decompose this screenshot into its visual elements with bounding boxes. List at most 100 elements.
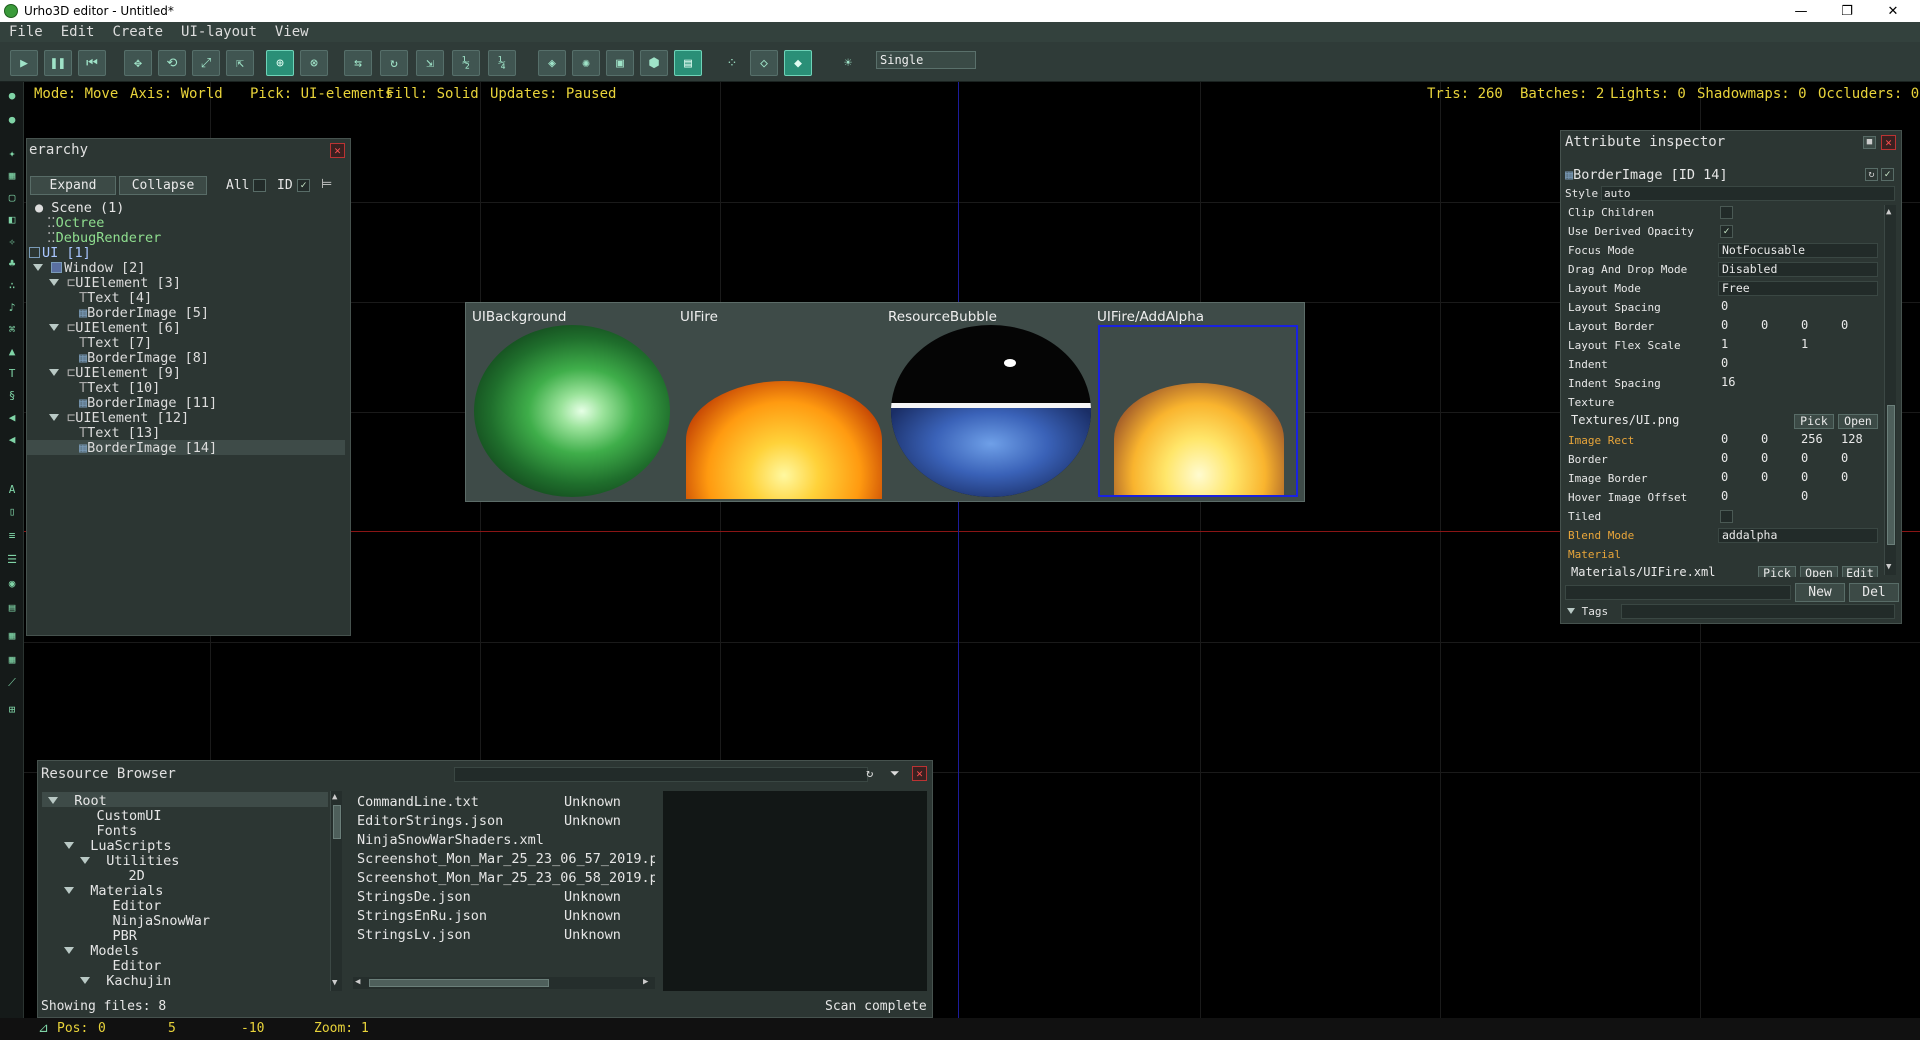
component-icon[interactable]: ●	[5, 112, 19, 126]
folder-item[interactable]: Models	[64, 943, 139, 959]
attribute-field[interactable]: Materials/UIFire.xml	[1568, 566, 1756, 577]
folder-item[interactable]: Utilities	[80, 853, 179, 869]
attribute-field[interactable]: 0	[1718, 471, 1754, 486]
file-name[interactable]: StringsDe.json	[357, 889, 471, 905]
folder-item[interactable]: Root	[48, 793, 107, 809]
folder-scrollbar[interactable]: ▲ ▼	[330, 791, 342, 991]
expand-icon[interactable]	[49, 324, 59, 331]
file-name[interactable]: Screenshot_Mon_Mar_25_23_06_57_2019.p	[357, 851, 655, 867]
world-axis-icon[interactable]: ⊕	[266, 50, 294, 76]
attribute-field[interactable]: Textures/UI.png	[1568, 414, 1788, 429]
tree-item-debugrenderer[interactable]: ⁚⁚DebugRenderer	[47, 230, 161, 246]
attribute-field[interactable]: 1	[1798, 338, 1878, 353]
uifire-image[interactable]	[686, 381, 882, 499]
select-icon[interactable]: ⇱	[226, 50, 254, 76]
id-checkbox[interactable]: ✓	[297, 179, 310, 192]
move-icon[interactable]: ✥	[124, 50, 152, 76]
attribute-field[interactable]: 0	[1718, 452, 1754, 467]
attribute-field[interactable]: 0	[1718, 490, 1793, 505]
all-checkbox[interactable]	[253, 179, 266, 192]
tree-item-window[interactable]: Window [2]	[33, 260, 145, 276]
resource-action-button[interactable]: Pick	[1794, 414, 1834, 429]
fill-solid-icon[interactable]: ◆	[784, 50, 812, 76]
restore-button[interactable]: ❐	[1824, 0, 1870, 22]
attribute-field[interactable]: NotFocusable	[1718, 243, 1878, 258]
resource-search-input[interactable]	[454, 767, 868, 782]
tree-item-text-7[interactable]: TText [7]	[79, 335, 152, 351]
physics-icon[interactable]: ♣	[5, 256, 19, 270]
file-name[interactable]: StringsLv.json	[357, 927, 471, 943]
tree-item-uielement-12[interactable]: ⊏UIElement [12]	[49, 410, 189, 426]
tree-item-octree[interactable]: ⁚⁚Octree	[47, 215, 104, 231]
ui-line-icon[interactable]: ⟋	[5, 676, 19, 690]
tags-input[interactable]	[1621, 604, 1895, 619]
ui-window-icon[interactable]: ▦	[5, 628, 19, 642]
local-axis-icon[interactable]: ⊗	[300, 50, 328, 76]
snap-scale-icon[interactable]: ⇲	[416, 50, 444, 76]
reset-icon[interactable]: ↻	[1865, 168, 1878, 181]
revert-icon[interactable]: ⏮	[78, 50, 106, 76]
folder-item[interactable]: LuaScripts	[64, 838, 172, 854]
resource-action-button[interactable]: Edit	[1842, 566, 1878, 577]
filter-icon[interactable]: ⏷	[890, 766, 900, 781]
scroll-thumb[interactable]	[1887, 405, 1895, 545]
file-hscrollbar[interactable]: ◀ ▶	[353, 977, 655, 989]
expand-icon[interactable]	[1567, 608, 1575, 614]
tree-item-uielement-9[interactable]: ⊏UIElement [9]	[49, 365, 181, 381]
uibackground-image[interactable]	[474, 325, 670, 497]
tree-item-borderimage-8[interactable]: ▦BorderImage [8]	[79, 350, 209, 366]
tree-item-borderimage-11[interactable]: ▦BorderImage [11]	[79, 395, 217, 411]
model-icon[interactable]: ◧	[5, 212, 19, 226]
close-icon[interactable]: ✕	[1881, 135, 1896, 150]
attribute-field[interactable]: 256	[1798, 433, 1834, 448]
picking-mode-dropdown[interactable]: Single	[876, 51, 976, 69]
apply-check-icon[interactable]: ✓	[1881, 168, 1894, 181]
expand-icon[interactable]	[64, 887, 74, 894]
attribute-field[interactable]: 0	[1838, 471, 1878, 486]
attribute-field[interactable]: 1	[1718, 338, 1793, 353]
pick-rigidbody-icon[interactable]: ⬢	[640, 50, 668, 76]
node-icon[interactable]: ●	[5, 88, 19, 102]
attribute-field[interactable]: addalpha	[1718, 528, 1878, 543]
resource-action-button[interactable]: Open	[1838, 414, 1878, 429]
folder-item[interactable]: Kachujin	[80, 973, 171, 989]
menu-edit[interactable]: Edit	[52, 24, 104, 40]
attribute-field[interactable]: 0	[1798, 471, 1834, 486]
sound-icon[interactable]: ♪	[5, 300, 19, 314]
attribute-field[interactable]: 0	[1838, 452, 1878, 467]
uifire-addalpha-image[interactable]	[1098, 325, 1298, 497]
snap-quarter-icon[interactable]: ¼	[488, 50, 516, 76]
collapse-button[interactable]: Collapse	[119, 176, 207, 195]
speaker-icon[interactable]: ◀	[5, 410, 19, 424]
attribute-field[interactable]: Free	[1718, 281, 1878, 296]
scroll-left-icon[interactable]: ◀	[355, 977, 360, 987]
file-name[interactable]: Screenshot_Mon_Mar_25_23_06_58_2019.p	[357, 870, 655, 886]
ui-tree-icon[interactable]: ⊞	[5, 702, 19, 716]
ui-check-icon[interactable]: ≡	[5, 528, 19, 542]
expand-icon[interactable]	[33, 264, 43, 271]
expand-icon[interactable]	[64, 842, 74, 849]
refresh-icon[interactable]: ↻	[866, 766, 873, 780]
resource-action-button[interactable]: Open	[1800, 566, 1838, 577]
expand-icon[interactable]	[80, 857, 90, 864]
tree-item-borderimage-5[interactable]: ▦BorderImage [5]	[79, 305, 209, 321]
expand-icon[interactable]	[49, 369, 59, 376]
ui-button-icon[interactable]: ▯	[5, 504, 19, 518]
attribute-checkbox[interactable]: ✓	[1720, 225, 1733, 238]
folder-item[interactable]: 2D	[96, 868, 145, 884]
folder-item[interactable]: Editor	[80, 958, 162, 974]
scroll-up-icon[interactable]: ▲	[1886, 207, 1891, 217]
tree-item-scene[interactable]: ● Scene (1)	[35, 200, 124, 216]
inspector-scrollbar[interactable]: ▲ ▼	[1884, 205, 1896, 575]
pause-icon[interactable]: ❚❚	[44, 50, 72, 76]
lock-icon[interactable]: ■	[1863, 136, 1876, 149]
snap-move-icon[interactable]: ⇆	[344, 50, 372, 76]
fill-wireframe-icon[interactable]: ◇	[750, 50, 778, 76]
file-name[interactable]: StringsEnRu.json	[357, 908, 487, 924]
tree-item-uielement-3[interactable]: ⊏UIElement [3]	[49, 275, 181, 291]
nav-icon[interactable]: ⌘	[5, 322, 19, 336]
light-icon[interactable]: ✦	[5, 146, 19, 160]
del-button[interactable]: Del	[1849, 583, 1899, 602]
resource-action-button[interactable]: Pick	[1758, 566, 1796, 577]
menu-view[interactable]: View	[266, 24, 318, 40]
